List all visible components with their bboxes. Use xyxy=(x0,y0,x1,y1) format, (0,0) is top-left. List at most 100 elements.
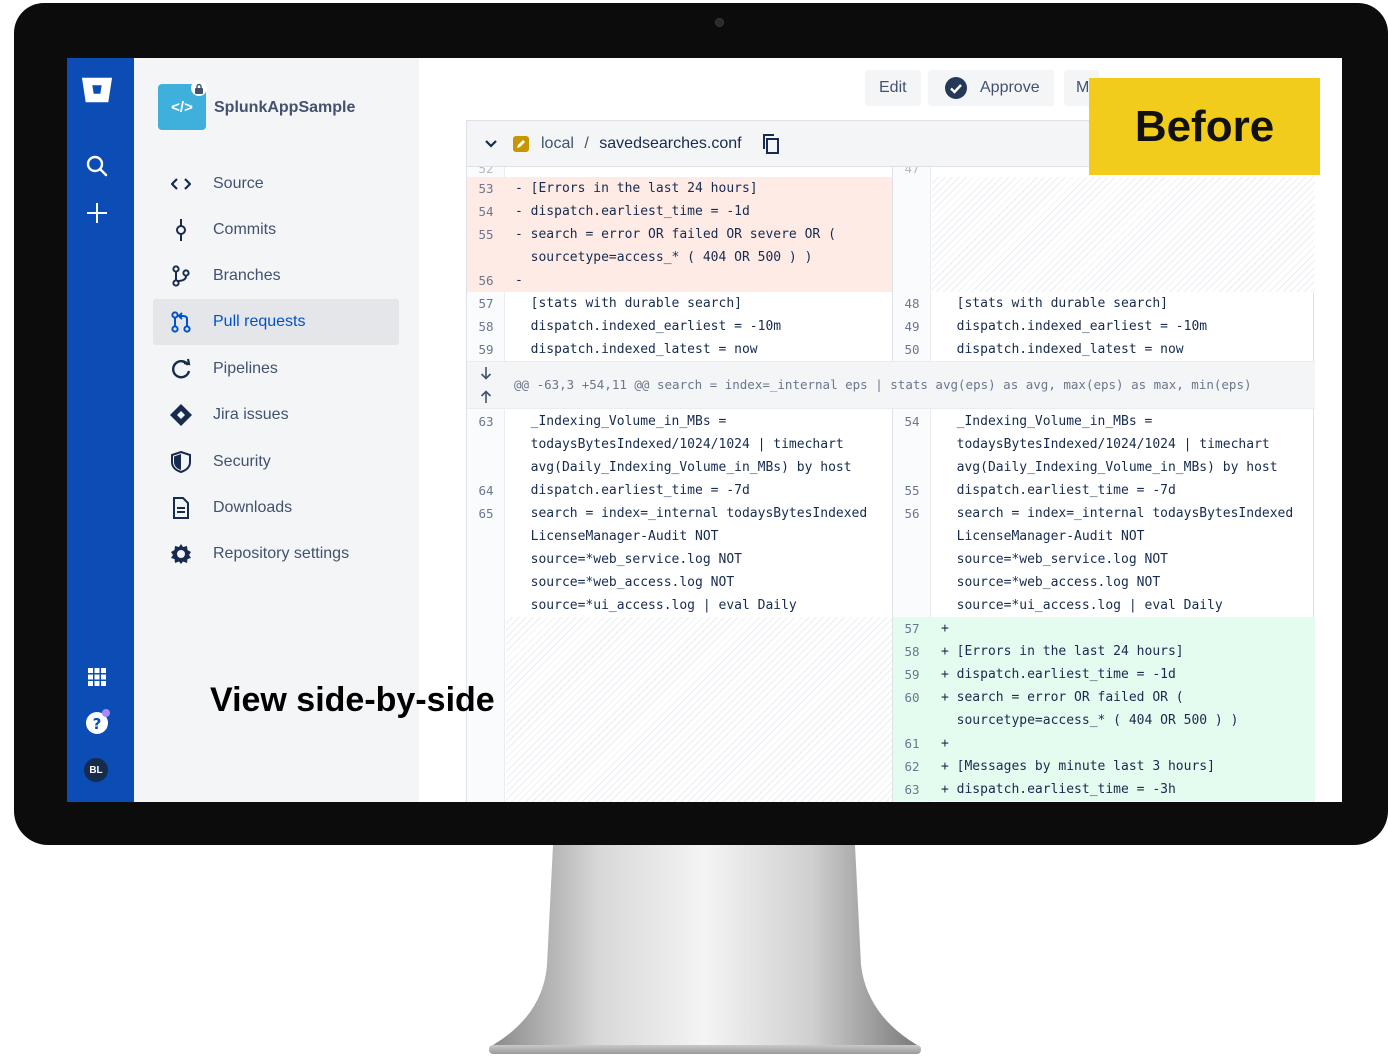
global-nav: ? BL xyxy=(67,58,134,802)
diff-row: 54 _Indexing_Volume_in_MBs = xyxy=(904,414,1153,429)
diff-row-removed: 53- [Errors in the last 24 hours] xyxy=(467,177,892,200)
lock-icon xyxy=(191,80,207,96)
file-path-separator: / xyxy=(584,134,589,152)
monitor-mockup: ? BL </> SplunkAppSample Source Commits xyxy=(0,0,1388,1058)
empty-placeholder xyxy=(506,617,892,802)
sidebar-item-source[interactable]: Source xyxy=(153,161,399,207)
help-icon[interactable]: ? xyxy=(81,706,113,738)
diff-row: avg(Daily_Indexing_Volume_in_MBs) by hos… xyxy=(941,460,1278,475)
copy-icon[interactable] xyxy=(762,133,780,154)
sidebar-item-label: Branches xyxy=(213,267,281,284)
diff-row: source=*ui_access.log | eval Daily xyxy=(515,598,797,613)
sidebar-item-label: Source xyxy=(213,175,264,192)
diff-row: LicenseManager-Audit NOT xyxy=(941,529,1145,544)
diff-row-added: 63 + dispatch.earliest_time = -3h xyxy=(893,778,1315,801)
sidebar-item-pull-requests[interactable]: Pull requests xyxy=(153,299,399,345)
branch-icon xyxy=(169,264,193,288)
check-circle-icon xyxy=(944,76,968,100)
diff-row-added: 58 + [Errors in the last 24 hours] xyxy=(893,640,1315,663)
approve-button[interactable]: Approve xyxy=(928,70,1054,106)
sidebar-item-label: Security xyxy=(213,453,271,470)
diff-row: 64 dispatch.earliest_time = -7d xyxy=(478,483,750,498)
diff-row-removed: 55- search = error OR failed OR severe O… xyxy=(467,223,892,246)
sidebar-item-repository-settings[interactable]: Repository settings xyxy=(153,531,399,577)
sidebar-item-branches[interactable]: Branches xyxy=(153,253,399,299)
edit-button[interactable]: Edit xyxy=(865,70,921,106)
diff-row: source=*web_access.log NOT xyxy=(941,575,1161,590)
before-badge: Before xyxy=(1089,78,1320,175)
diff-right-column: 47 48 [stats with durable search] 49 dis… xyxy=(892,167,1315,802)
diff-row: 63 _Indexing_Volume_in_MBs = xyxy=(478,414,727,429)
diff-row: 58 dispatch.indexed_earliest = -10m xyxy=(478,319,782,334)
sidebar-item-commits[interactable]: Commits xyxy=(153,207,399,253)
diff-row-removed: 56- xyxy=(467,269,892,292)
diff-row-added: 61 + xyxy=(893,732,1315,755)
diff-row: todaysBytesIndexed/1024/1024 | timechart xyxy=(941,437,1270,452)
expand-up-icon[interactable] xyxy=(480,390,492,404)
diff-row-removed: 54- dispatch.earliest_time = -1d xyxy=(467,200,892,223)
file-diff-card: local / savedsearches.conf 52 53- [Error… xyxy=(466,120,1315,802)
file-icon xyxy=(169,496,193,520)
diff-row-added: sourcetype=access_* ( 404 OR 500 ) ) xyxy=(893,709,1315,732)
diff-row: 49 dispatch.indexed_earliest = -10m xyxy=(904,319,1208,334)
sidebar-item-downloads[interactable]: Downloads xyxy=(153,485,399,531)
diff-left-column: 52 53- [Errors in the last 24 hours] 54-… xyxy=(467,167,892,802)
empty-placeholder xyxy=(932,177,1315,292)
diff-row-removed: sourcetype=access_* ( 404 OR 500 ) ) xyxy=(467,246,892,269)
jira-icon xyxy=(169,403,193,427)
pipelines-icon xyxy=(169,357,193,381)
sidebar-item-label: Repository settings xyxy=(213,545,350,562)
monitor-stand xyxy=(489,845,921,1054)
diff-row: source=*web_service.log NOT xyxy=(515,552,742,567)
diff-row: 59 dispatch.indexed_latest = now xyxy=(478,342,758,357)
diff-row: 57 [stats with durable search] xyxy=(478,296,742,311)
commit-icon xyxy=(169,218,193,242)
view-side-by-side-caption: View side-by-side xyxy=(210,681,495,719)
sidebar-item-jira-issues[interactable]: Jira issues xyxy=(153,392,399,438)
diff-row: source=*web_access.log NOT xyxy=(515,575,735,590)
user-avatar[interactable]: BL xyxy=(84,758,108,782)
hunk-header: @@ -63,3 +54,11 @@ search = index=_inter… xyxy=(467,361,1315,409)
file-path[interactable]: local / savedsearches.conf xyxy=(541,135,742,153)
create-plus-icon[interactable] xyxy=(81,197,113,229)
search-icon[interactable] xyxy=(81,150,113,182)
diff-row: 65 search = index=_internal todaysBytesI… xyxy=(478,506,868,521)
file-path-dir: local xyxy=(541,134,574,152)
file-name: savedsearches.conf xyxy=(599,134,742,152)
diff-row-added: 60 + search = error OR failed OR ( xyxy=(893,686,1315,709)
diff-row: todaysBytesIndexed/1024/1024 | timechart xyxy=(515,437,844,452)
gear-icon xyxy=(169,542,193,566)
diff-row-added: 57 + xyxy=(893,617,1315,640)
modified-file-icon xyxy=(513,135,529,152)
sidebar-item-label: Pull requests xyxy=(213,313,306,330)
diff-row: 56 search = index=_internal todaysBytesI… xyxy=(904,506,1294,521)
bitbucket-logo-icon[interactable] xyxy=(81,74,113,106)
diff-row: 55 dispatch.earliest_time = -7d xyxy=(904,483,1176,498)
diff-row: 50 dispatch.indexed_latest = now xyxy=(904,342,1184,357)
shield-icon xyxy=(169,450,193,474)
sidebar-item-pipelines[interactable]: Pipelines xyxy=(153,346,399,392)
side-by-side-diff: 52 53- [Errors in the last 24 hours] 54-… xyxy=(467,167,1315,802)
diff-row: avg(Daily_Indexing_Volume_in_MBs) by hos… xyxy=(515,460,852,475)
diff-row-added: 62 + [Messages by minute last 3 hours] xyxy=(893,755,1315,778)
sidebar-item-label: Jira issues xyxy=(213,406,289,423)
diff-row: source=*ui_access.log | eval Daily xyxy=(941,598,1223,613)
svg-text:?: ? xyxy=(93,715,102,733)
approve-label: Approve xyxy=(980,79,1040,96)
repository-name[interactable]: SplunkAppSample xyxy=(214,99,355,117)
collapse-chevron-icon[interactable] xyxy=(485,139,497,148)
camera-icon xyxy=(715,18,724,27)
diff-row-added: 59 + dispatch.earliest_time = -1d xyxy=(893,663,1315,686)
sidebar-item-label: Commits xyxy=(213,221,277,238)
sidebar-item-label: Pipelines xyxy=(213,360,278,377)
expand-down-icon[interactable] xyxy=(480,366,492,380)
diff-row: 48 [stats with durable search] xyxy=(904,296,1168,311)
sidebar-item-label: Downloads xyxy=(213,499,293,516)
hunk-header-text: @@ -63,3 +54,11 @@ search = index=_inter… xyxy=(514,377,1252,392)
code-icon xyxy=(169,172,193,196)
diff-row: LicenseManager-Audit NOT xyxy=(515,529,719,544)
diff-row: source=*web_service.log NOT xyxy=(941,552,1168,567)
pull-request-icon xyxy=(169,310,193,334)
sidebar-item-security[interactable]: Security xyxy=(153,439,399,485)
app-switcher-icon[interactable] xyxy=(81,661,113,693)
